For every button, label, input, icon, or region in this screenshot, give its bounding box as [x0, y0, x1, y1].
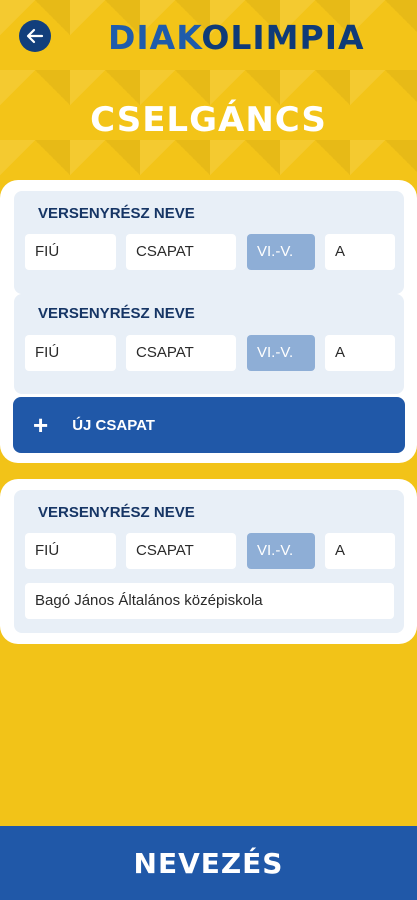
gender-field[interactable]: FIÚ — [25, 533, 116, 569]
gender-field[interactable]: FIÚ — [25, 335, 116, 371]
class-field[interactable]: VI.-V. — [247, 335, 315, 371]
logo-part-1: DIAK — [108, 18, 202, 57]
type-field[interactable]: CSAPAT — [126, 533, 236, 569]
submit-button[interactable]: NEVEZÉS — [0, 826, 417, 900]
school-entry-card: VERSENYRÉSZ NEVE FIÚ CSAPAT VI.-V. A Bag… — [0, 479, 417, 644]
school-field[interactable]: Bagó János Általános középiskola — [25, 583, 394, 619]
back-button[interactable] — [19, 20, 51, 52]
arrow-left-icon — [26, 28, 44, 44]
gender-field[interactable]: FIÚ — [25, 234, 116, 270]
entry-group-1: VERSENYRÉSZ NEVE FIÚ CSAPAT VI.-V. A — [14, 191, 404, 294]
entry-label: VERSENYRÉSZ NEVE — [38, 205, 195, 222]
class-field[interactable]: VI.-V. — [247, 533, 315, 569]
submit-label: NEVEZÉS — [133, 846, 284, 880]
logo-part-2: OLIMPIA — [201, 18, 365, 57]
letter-field[interactable]: A — [325, 533, 395, 569]
type-field[interactable]: CSAPAT — [126, 335, 236, 371]
entry-group-2: VERSENYRÉSZ NEVE FIÚ CSAPAT VI.-V. A — [14, 294, 404, 394]
add-team-label: ÚJ CSAPAT — [72, 416, 155, 434]
letter-field[interactable]: A — [325, 335, 395, 371]
type-field[interactable]: CSAPAT — [126, 234, 236, 270]
class-field[interactable]: VI.-V. — [247, 234, 315, 270]
entry-group-3: VERSENYRÉSZ NEVE FIÚ CSAPAT VI.-V. A Bag… — [14, 490, 404, 633]
entry-label: VERSENYRÉSZ NEVE — [38, 504, 195, 521]
plus-icon: + — [33, 410, 49, 440]
app-logo: DIAKOLIMPIA — [108, 18, 365, 58]
entry-label: VERSENYRÉSZ NEVE — [38, 305, 195, 322]
letter-field[interactable]: A — [325, 234, 395, 270]
add-team-button[interactable]: + ÚJ CSAPAT — [13, 397, 405, 453]
page-title: CSELGÁNCS — [90, 100, 327, 140]
